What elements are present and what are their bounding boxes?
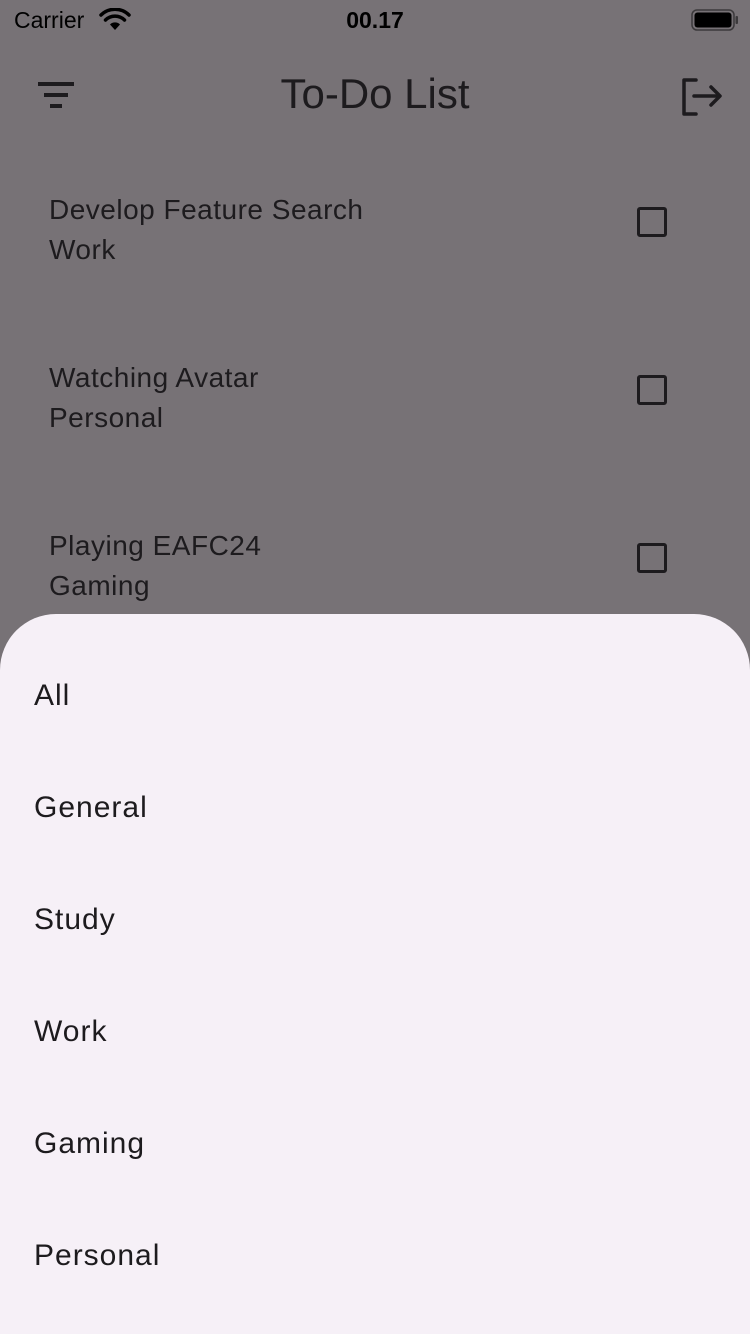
logout-icon xyxy=(682,78,722,116)
todo-title: Develop Feature Search xyxy=(49,194,364,225)
screen: Carrier 00.17 To-Do List Develop Feature… xyxy=(0,0,750,1334)
filter-option-study[interactable]: Study xyxy=(0,858,750,970)
todo-title: Playing EAFC24 xyxy=(49,530,262,561)
todo-category: Gaming xyxy=(49,570,151,601)
filter-option-work[interactable]: Work xyxy=(0,970,750,1082)
filter-option-general[interactable]: General xyxy=(0,746,750,858)
app-bar: To-Do List xyxy=(0,40,750,152)
filter-option-gaming[interactable]: Gaming xyxy=(0,1082,750,1194)
filter-option-label: All xyxy=(34,679,71,712)
status-time: 00.17 xyxy=(346,7,404,33)
todo-item[interactable]: Watching Avatar Personal xyxy=(0,328,750,496)
filter-option-personal[interactable]: Personal xyxy=(0,1194,750,1306)
battery-icon xyxy=(691,9,738,31)
todo-checkbox[interactable] xyxy=(637,207,667,237)
todo-item[interactable]: Develop Feature Search Work xyxy=(0,160,750,328)
filter-option-label: General xyxy=(34,791,148,824)
todo-category: Personal xyxy=(49,402,164,433)
todo-title: Watching Avatar xyxy=(49,362,259,393)
filter-option-all[interactable]: All xyxy=(0,634,750,746)
filter-bottom-sheet: All General Study Work Gaming Personal xyxy=(0,614,750,1334)
logout-button[interactable] xyxy=(672,72,728,124)
todo-checkbox[interactable] xyxy=(637,543,667,573)
filter-option-label: Personal xyxy=(34,1239,161,1272)
todo-checkbox[interactable] xyxy=(637,375,667,405)
filter-option-label: Study xyxy=(34,903,116,936)
status-bar: Carrier 00.17 xyxy=(0,0,750,40)
filter-option-label: Gaming xyxy=(34,1127,146,1160)
todo-category: Work xyxy=(49,234,116,265)
page-title: To-Do List xyxy=(280,70,470,117)
filter-option-label: Work xyxy=(34,1015,108,1048)
